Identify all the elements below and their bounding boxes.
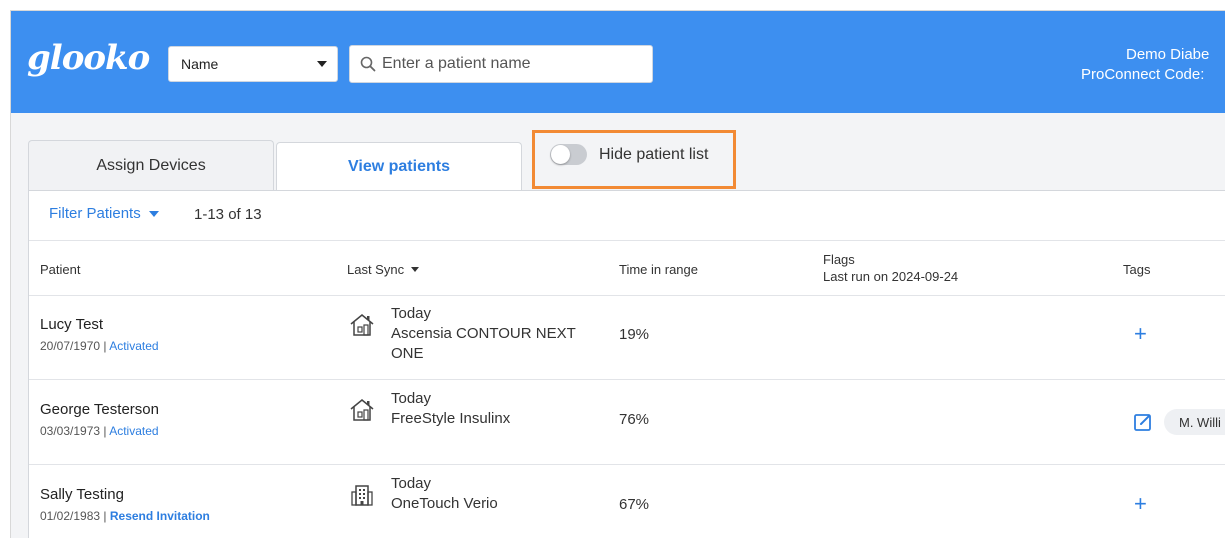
patient-count: 1-13 of 13 [194,206,262,223]
time-in-range-value: 19% [619,326,650,343]
search-type-select[interactable]: Name [168,46,338,82]
time-in-range-value: 67% [619,496,650,513]
sync-when: Today [391,390,432,407]
patient-name[interactable]: George Testerson [40,401,159,418]
filter-patients-button[interactable]: Filter Patients [49,205,159,222]
home-icon [350,314,374,336]
sort-desc-icon [411,267,420,272]
account-info: Demo Diabe ProConnect Code: [1081,45,1225,89]
separator: | [100,339,110,353]
plus-icon[interactable]: + [1134,323,1147,345]
patient-status[interactable]: Activated [109,424,158,438]
chevron-down-icon [317,61,327,67]
clinic-building-icon [351,485,373,506]
column-time-in-range[interactable]: Time in range [619,262,698,277]
column-patient[interactable]: Patient [40,262,80,277]
glooko-logo[interactable]: glooko [27,41,150,75]
column-last-sync-label: Last Sync [347,262,405,277]
table-row[interactable]: Lucy Test 20/07/1970 | Activated Today A… [29,296,1225,380]
patient-status[interactable]: Activated [109,339,158,353]
account-name: Demo Diabe [1126,46,1210,63]
app-frame: glooko Name Demo Diabe ProConnect Code: … [10,10,1225,538]
patient-name[interactable]: Sally Testing [40,486,124,503]
hide-patient-list-label[interactable]: Hide patient list [599,146,708,164]
patient-dob: 01/02/1983 [40,509,101,523]
edit-icon[interactable] [1133,412,1153,432]
top-header: glooko Name Demo Diabe ProConnect Code: [11,11,1225,113]
last-sync-info: Today FreeStyle Insulinx [391,389,591,429]
sync-device: OneTouch Verio [391,495,498,512]
table-row[interactable]: George Testerson 03/03/1973 | Activated … [29,381,1225,465]
separator: | [100,424,110,438]
switch-knob [551,145,570,164]
last-sync-info: Today OneTouch Verio [391,474,591,514]
home-icon [350,399,374,421]
sync-when: Today [391,475,432,492]
column-flags: Flags Last run on 2024-09-24 [823,251,958,285]
search-type-value: Name [181,56,219,72]
table-header: Patient Last Sync Time in range Flags La… [29,241,1225,296]
sync-device: Ascensia CONTOUR NEXT ONE [391,325,576,362]
patients-panel: Filter Patients 1-13 of 13 Patient Last … [28,190,1225,538]
hide-patient-list-switch[interactable] [550,144,587,165]
search-icon [360,56,376,72]
filter-patients-label: Filter Patients [49,205,141,222]
tag-chip[interactable]: M. Willi [1164,409,1225,435]
tab-assign-devices-label: Assign Devices [96,156,206,174]
plus-icon[interactable]: + [1134,493,1147,515]
patient-meta: 20/07/1970 | Activated [40,339,159,353]
column-last-sync[interactable]: Last Sync [347,262,420,277]
sync-when: Today [391,305,432,322]
tab-assign-devices[interactable]: Assign Devices [28,140,274,190]
last-sync-info: Today Ascensia CONTOUR NEXT ONE [391,304,591,364]
sync-device: FreeStyle Insulinx [391,410,511,427]
hide-patient-list-toggle-highlight: Hide patient list [532,130,736,189]
table-row[interactable]: Sally Testing 01/02/1983 | Resend Invita… [29,466,1225,538]
tab-view-patients[interactable]: View patients [276,142,522,191]
patient-meta: 03/03/1973 | Activated [40,424,159,438]
tab-view-patients-label: View patients [348,158,450,175]
column-flags-label: Flags [823,252,855,267]
patient-dob: 20/07/1970 [40,339,101,353]
proconnect-code: ProConnect Code: [1081,66,1205,83]
time-in-range-value: 76% [619,411,650,428]
separator: | [100,509,110,523]
resend-invitation-link[interactable]: Resend Invitation [110,509,210,523]
column-flags-last-run: Last run on 2024-09-24 [823,269,959,284]
chevron-down-icon [148,210,159,217]
column-tags: Tags [1123,262,1151,277]
patient-name[interactable]: Lucy Test [40,316,103,333]
filter-bar: Filter Patients 1-13 of 13 [29,191,1225,241]
patient-search[interactable] [349,45,653,83]
patient-dob: 03/03/1973 [40,424,101,438]
search-input[interactable] [382,55,642,73]
patient-meta: 01/02/1983 | Resend Invitation [40,509,210,523]
